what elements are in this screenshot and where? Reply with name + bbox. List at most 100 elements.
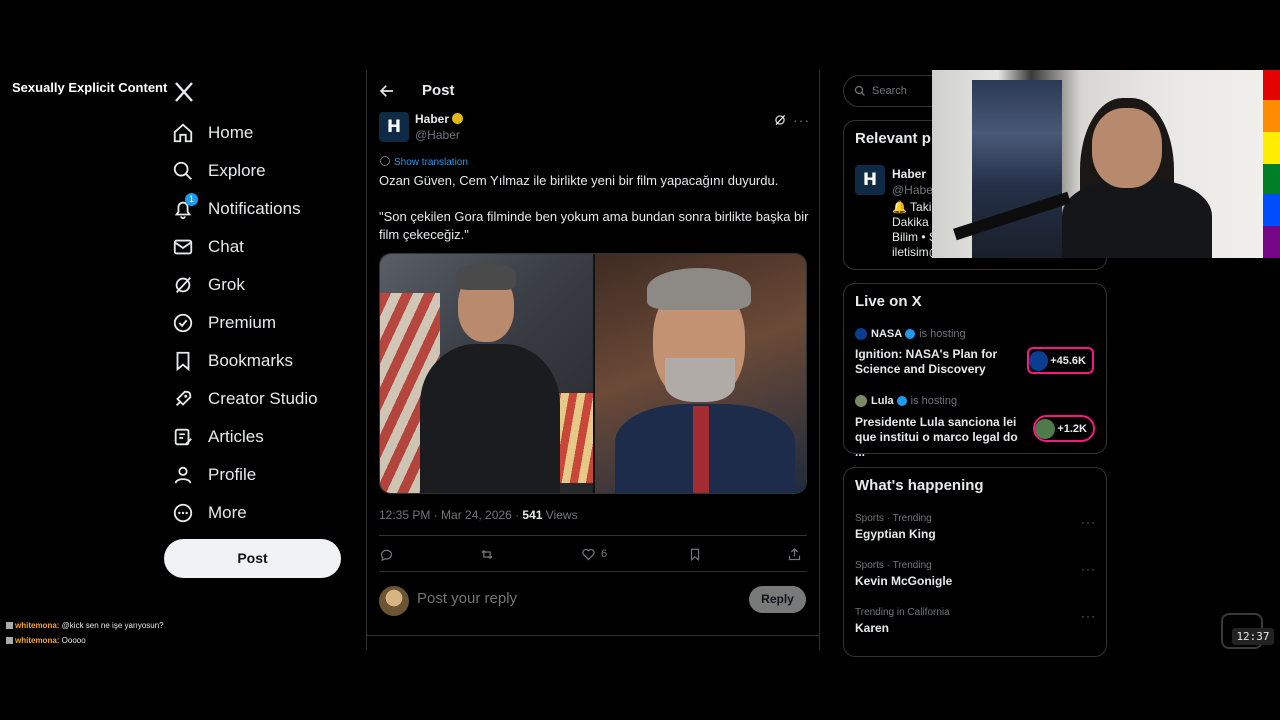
- tweet-text-line: "Son çekilen Gora filminde ben yokum ama…: [379, 209, 809, 242]
- chat-user-icon: [6, 637, 13, 644]
- content-warning-label: Sexually Explicit Content: [6, 76, 174, 99]
- tweet-actions: 6: [379, 538, 807, 570]
- live-count: +45.6K: [1050, 354, 1086, 367]
- show-translation-text: Show translation: [394, 157, 468, 168]
- live-title-text[interactable]: Presidente Lula sanciona lei que institu…: [855, 415, 1023, 460]
- nav-item-more[interactable]: More: [164, 494, 364, 532]
- bookmark-icon: [176, 351, 190, 372]
- more-circle-icon: [173, 503, 193, 523]
- repost-action[interactable]: [479, 547, 500, 562]
- trend-category: Sports · Trending: [855, 560, 932, 571]
- lula-avatar: [1035, 418, 1056, 439]
- verified-badge-icon: [905, 329, 916, 339]
- live-listeners-pill[interactable]: +1.2K: [1033, 415, 1095, 442]
- nav-item-home[interactable]: Home: [164, 114, 364, 152]
- nav-label: Articles: [208, 427, 264, 446]
- chat-message: whitemona: Ooooo: [6, 633, 164, 648]
- nasa-avatar: [855, 328, 867, 340]
- rocket-icon: [175, 390, 192, 407]
- more-options-icon[interactable]: ···: [793, 112, 810, 128]
- nav-item-chat[interactable]: Chat: [164, 228, 364, 266]
- post-button[interactable]: Post: [164, 539, 341, 578]
- nav-item-grok[interactable]: Grok: [164, 266, 364, 304]
- webcam-person-face: [1092, 108, 1162, 188]
- nav-label: Premium: [208, 313, 277, 332]
- views-label: Views: [542, 508, 578, 522]
- mail-icon: [173, 239, 193, 255]
- live-host-name: Lula: [871, 395, 894, 407]
- trend-item[interactable]: Trending in California Karen ···: [855, 607, 1095, 635]
- divider: [379, 571, 807, 572]
- bell-icon: 1: [172, 193, 198, 220]
- author-avatar[interactable]: H: [379, 112, 409, 142]
- share-icon: [788, 547, 801, 560]
- share-action[interactable]: [787, 547, 807, 562]
- nav-label: Creator Studio: [208, 389, 318, 408]
- person-beard: [665, 358, 735, 402]
- chat-username: whitemona:: [15, 636, 60, 645]
- reply-button[interactable]: Reply: [749, 586, 806, 613]
- trend-category: Trending in California: [855, 607, 950, 618]
- author-name[interactable]: Haber: [415, 112, 464, 126]
- trend-name: Karen: [855, 621, 890, 635]
- relevant-name[interactable]: Haber: [892, 167, 926, 181]
- live-listeners-pill[interactable]: +45.6K: [1027, 347, 1094, 374]
- verified-badge-icon: [896, 396, 907, 406]
- nav-item-bookmarks[interactable]: Bookmarks: [164, 342, 364, 380]
- nav-label: Grok: [208, 275, 245, 294]
- reply-action[interactable]: [379, 547, 399, 562]
- chat-text: @kick sen ne işe yarıyosun?: [59, 621, 164, 630]
- grok-explain-icon[interactable]: [773, 113, 787, 127]
- trend-item[interactable]: Sports · Trending Egyptian King ···: [855, 513, 1095, 541]
- chat-username: whitemona:: [15, 621, 60, 630]
- back-arrow-icon[interactable]: [378, 82, 396, 100]
- trend-name: Kevin McGonigle: [855, 574, 953, 588]
- bookmark-action[interactable]: [688, 547, 707, 562]
- show-translation-link[interactable]: Show translation: [380, 156, 468, 168]
- tweet-media[interactable]: [379, 253, 807, 494]
- person-hair: [456, 264, 516, 290]
- reply-input[interactable]: [417, 590, 717, 607]
- live-host-name: NASA: [871, 328, 903, 340]
- like-count: 6: [600, 548, 608, 560]
- live-host-row[interactable]: Lula is hosting: [855, 395, 957, 407]
- live-on-x-title: Live on X: [855, 293, 922, 310]
- search-icon: [854, 85, 865, 96]
- divider: [379, 535, 807, 536]
- photo-right[interactable]: [593, 254, 806, 493]
- relevant-avatar[interactable]: H: [855, 165, 885, 195]
- trend-more-icon[interactable]: ···: [1081, 562, 1096, 576]
- stream-chat: whitemona: @kick sen ne işe yarıyosun? w…: [6, 618, 164, 648]
- trend-item[interactable]: Sports · Trending Kevin McGonigle ···: [855, 560, 1095, 588]
- live-host-row[interactable]: NASA is hosting: [855, 328, 966, 340]
- whats-happening-title: What's happening: [855, 477, 984, 494]
- premium-icon: [173, 313, 193, 333]
- x-logo-icon[interactable]: [172, 80, 196, 104]
- tweet-meta: 12:35 PM · Mar 24, 2026 · 541 Views: [379, 508, 578, 522]
- webcam-person-body: [1062, 180, 1212, 258]
- lula-avatar: [855, 395, 867, 407]
- live-title-text[interactable]: Ignition: NASA's Plan for Science and Di…: [855, 347, 1025, 377]
- nav-item-articles[interactable]: Articles: [164, 418, 364, 456]
- tweet-timestamp[interactable]: 12:35 PM · Mar 24, 2026 ·: [379, 508, 522, 522]
- nav-item-notifications[interactable]: 1 Notifications: [164, 190, 364, 228]
- nav-label: Notifications: [208, 199, 301, 218]
- relevant-handle[interactable]: @Haber: [892, 183, 937, 197]
- nav-item-explore[interactable]: Explore: [164, 152, 364, 190]
- nav-item-profile[interactable]: Profile: [164, 456, 364, 494]
- like-action[interactable]: 6: [581, 547, 607, 562]
- nasa-avatar: [1029, 350, 1049, 371]
- trend-more-icon[interactable]: ···: [1081, 609, 1096, 623]
- page-title: Post: [422, 82, 455, 99]
- user-avatar[interactable]: [379, 586, 409, 616]
- author-handle[interactable]: @Haber: [415, 128, 460, 142]
- nav-item-premium[interactable]: Premium: [164, 304, 364, 342]
- chat-text: Ooooo: [59, 636, 86, 645]
- reply-icon: [380, 549, 393, 561]
- trend-category: Sports · Trending: [855, 513, 932, 524]
- photo-left[interactable]: [380, 254, 593, 493]
- nav-item-creator-studio[interactable]: Creator Studio: [164, 380, 364, 418]
- person-tie: [693, 406, 709, 493]
- rainbow-bar: [1263, 70, 1280, 258]
- trend-more-icon[interactable]: ···: [1081, 515, 1096, 529]
